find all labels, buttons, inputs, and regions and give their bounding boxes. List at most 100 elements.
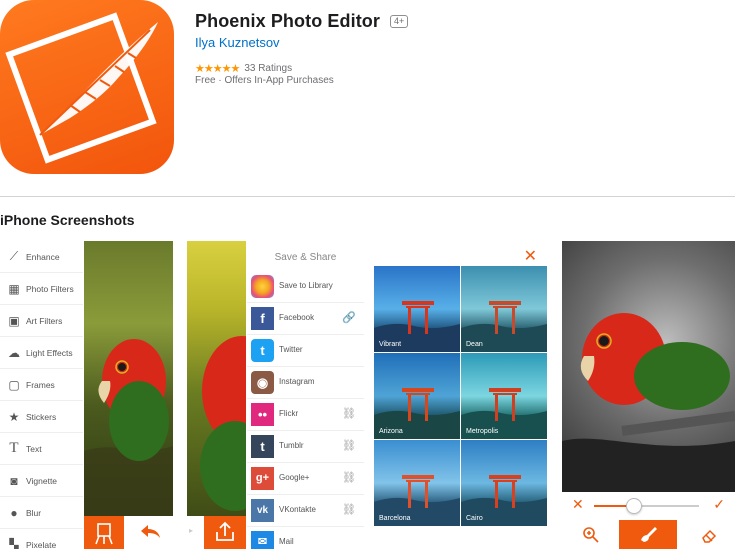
share-panel: Save & Share Save to Library f Facebook …	[247, 241, 364, 549]
chevron-right-icon: ▸	[189, 526, 194, 535]
share-item-tumblr[interactable]: t Tumblr ⛓	[247, 431, 364, 463]
screenshot-3[interactable]: ✕ Vibrant Dean Arizona Metropolis Barcel…	[374, 241, 547, 549]
unlinked-icon[interactable]: ⛓	[342, 471, 356, 484]
share-item-facebook[interactable]: f Facebook 🔗	[247, 303, 364, 335]
menu-item-label: Art Filters	[26, 315, 63, 326]
developer-link[interactable]: Ilya Kuznetsov	[195, 35, 280, 50]
share-item-label: Instagram	[279, 377, 315, 386]
filter-tile-vibrant[interactable]: Vibrant	[374, 266, 460, 352]
torii-gate-image	[461, 388, 547, 439]
share-button[interactable]	[204, 516, 246, 549]
share-item-label: Save to Library	[279, 281, 333, 290]
zoom-button[interactable]	[582, 526, 600, 549]
menu-item-vignette[interactable]: ◙ Vignette	[0, 465, 83, 497]
vignette-icon: ◙	[10, 473, 18, 488]
parrot-photo	[84, 241, 173, 516]
app-title: Phoenix Photo Editor	[195, 11, 380, 31]
screenshot-4-photo[interactable]	[562, 241, 735, 492]
share-item-label: Flickr	[279, 409, 299, 418]
bottom-toolbar	[84, 516, 173, 549]
filter-tile-cairo[interactable]: Cairo	[461, 440, 547, 526]
share-item-mail[interactable]: ✉ Mail	[247, 527, 364, 549]
share-item-twitter[interactable]: t Twitter	[247, 335, 364, 367]
divider	[0, 196, 735, 197]
filter-label: Metropolis	[466, 428, 499, 435]
brush-button[interactable]	[619, 520, 677, 549]
menu-item-label: Blur	[26, 507, 42, 518]
share-item-save-library[interactable]: Save to Library	[247, 271, 364, 303]
share-item-label: Tumblr	[279, 441, 304, 450]
easel-icon	[95, 523, 113, 545]
torii-gate-image	[374, 475, 460, 526]
menu-item-label: Pixelate	[26, 540, 57, 549]
google-plus-icon: g+	[251, 467, 274, 490]
parrot-photo-closeup	[187, 241, 282, 516]
age-rating-badge: 4+	[390, 15, 409, 28]
share-panel-title: Save & Share	[274, 252, 337, 263]
parrot-image	[84, 339, 173, 516]
share-item-instagram[interactable]: ◉ Instagram	[247, 367, 364, 399]
title-row: Phoenix Photo Editor 4+	[195, 11, 409, 32]
filter-tile-barcelona[interactable]: Barcelona	[374, 440, 460, 526]
blur-icon: ●	[10, 505, 18, 520]
price-info: Free · Offers In-App Purchases	[195, 75, 334, 86]
flickr-icon: ••	[251, 403, 274, 426]
parrot-image	[200, 336, 282, 511]
menu-item-label: Light Effects	[26, 347, 73, 358]
menu-item-label: Stickers	[26, 411, 57, 422]
ratings-count: 33 Ratings	[244, 63, 293, 74]
screenshot-1[interactable]: ⟋ Enhance ▦ Photo Filters ▣ Art Filters …	[0, 241, 174, 549]
star-icon: ★	[8, 409, 20, 424]
torii-gate-image	[461, 301, 547, 352]
brush-icon	[641, 527, 657, 542]
easel-button[interactable]	[84, 516, 124, 549]
bottom-toolbar: ▸	[187, 516, 246, 549]
filter-label: Cairo	[466, 515, 483, 522]
share-item-label: Google+	[279, 473, 310, 482]
unlinked-icon[interactable]: ⛓	[342, 439, 356, 452]
unlinked-icon[interactable]: ⛓	[342, 503, 356, 516]
slider-thumb[interactable]	[626, 498, 642, 514]
facebook-icon: f	[251, 307, 274, 330]
undo-button[interactable]	[138, 522, 162, 547]
share-item-google-plus[interactable]: g+ Google+ ⛓	[247, 463, 364, 495]
menu-item-text[interactable]: T Text	[0, 433, 83, 465]
filter-tile-arizona[interactable]: Arizona	[374, 353, 460, 439]
confirm-icon[interactable]: ✓	[713, 496, 725, 513]
menu-item-art-filters[interactable]: ▣ Art Filters	[0, 305, 83, 337]
filter-tile-dean[interactable]: Dean	[461, 266, 547, 352]
menu-item-label: Enhance	[26, 251, 60, 262]
pixelate-icon: ▚	[9, 538, 19, 549]
menu-item-blur[interactable]: ● Blur	[0, 497, 83, 529]
unlinked-icon[interactable]: ⛓	[342, 407, 356, 420]
cancel-icon[interactable]: ✕	[572, 496, 584, 513]
linked-icon[interactable]: 🔗	[342, 311, 356, 324]
menu-item-frames[interactable]: ▢ Frames	[0, 369, 83, 401]
screenshot-2[interactable]: ▸ Save & Share Save to Library f Faceboo…	[187, 241, 364, 549]
menu-item-enhance[interactable]: ⟋ Enhance	[0, 241, 83, 273]
menu-item-light-effects[interactable]: ☁ Light Effects	[0, 337, 83, 369]
menu-item-photo-filters[interactable]: ▦ Photo Filters	[0, 273, 83, 305]
share-icon	[216, 521, 234, 541]
undo-icon	[141, 525, 160, 538]
menu-item-label: Frames	[26, 379, 55, 390]
menu-item-label: Text	[26, 443, 42, 454]
filter-label: Dean	[466, 341, 483, 348]
share-item-flickr[interactable]: •• Flickr ⛓	[247, 399, 364, 431]
share-item-label: Twitter	[279, 345, 303, 354]
menu-item-pixelate[interactable]: ▚ Pixelate	[0, 529, 83, 549]
tumblr-icon: t	[251, 435, 274, 458]
share-item-vkontakte[interactable]: vk VKontakte ⛓	[247, 495, 364, 527]
brush-size-slider[interactable]	[594, 498, 699, 514]
filter-tile-metropolis[interactable]: Metropolis	[461, 353, 547, 439]
parrot-color-splash-image	[562, 313, 735, 492]
eraser-icon	[702, 529, 717, 543]
close-icon[interactable]: ✕	[524, 246, 537, 266]
vk-icon: vk	[251, 499, 274, 522]
photo-filters-icon: ▦	[8, 281, 20, 296]
share-item-label: Facebook	[279, 313, 315, 322]
magic-wand-icon: ⟋	[9, 249, 19, 263]
torii-gate-image	[374, 388, 460, 439]
eraser-button[interactable]	[700, 526, 718, 549]
menu-item-stickers[interactable]: ★ Stickers	[0, 401, 83, 433]
